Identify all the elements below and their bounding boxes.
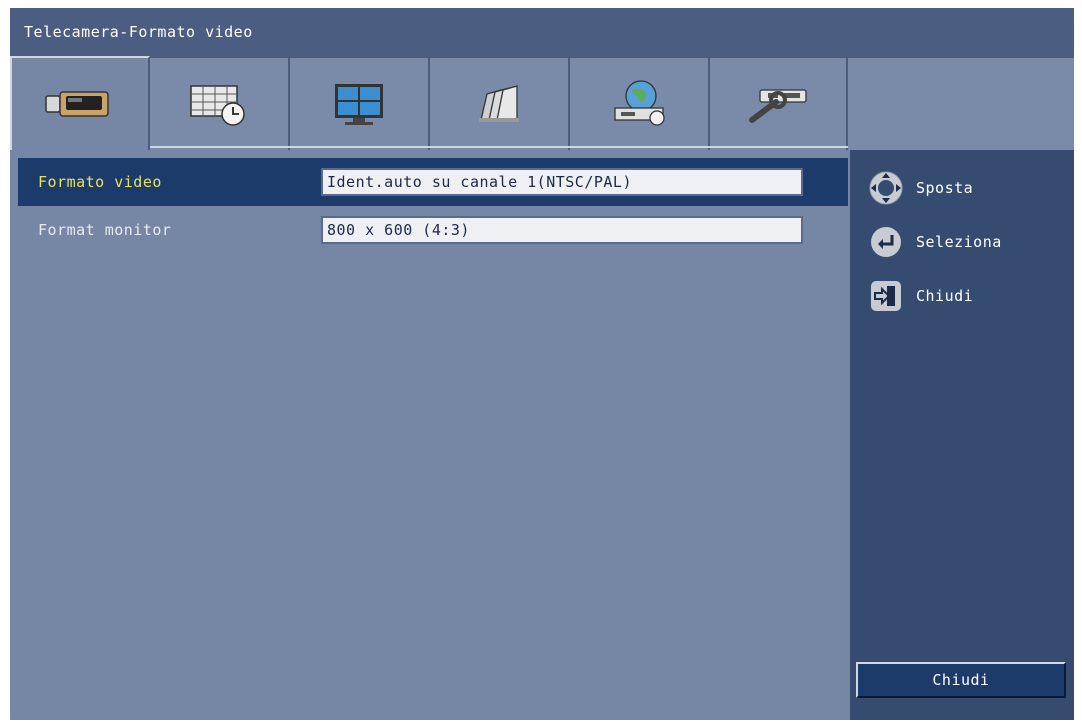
- tab-divider: [150, 146, 848, 148]
- tools-icon: [749, 89, 807, 123]
- tab-network[interactable]: [570, 56, 710, 150]
- move-arrows-icon: [866, 168, 906, 208]
- exit-icon: [866, 276, 906, 316]
- tab-archive[interactable]: [430, 56, 570, 150]
- archive-icon: [479, 85, 519, 122]
- tab-bar: [10, 56, 848, 150]
- help-item-close: Chiudi: [866, 276, 973, 316]
- setting-label: Format monitor: [38, 221, 172, 239]
- setting-row-video-format[interactable]: Formato video Ident.auto su canale 1(NTS…: [18, 158, 848, 206]
- schedule-icon: [190, 85, 245, 126]
- settings-window: Telecamera-Formato video Formato video I…: [10, 8, 1074, 720]
- tab-bar-filler: [848, 56, 1074, 150]
- help-item-move: Sposta: [866, 168, 973, 208]
- enter-icon: [866, 222, 906, 262]
- camera-icon: [45, 91, 109, 117]
- help-label: Seleziona: [916, 233, 1002, 251]
- monitor-format-field[interactable]: 800 x 600 (4:3): [321, 216, 803, 244]
- help-label: Chiudi: [916, 287, 974, 305]
- window-title: Telecamera-Formato video: [10, 8, 1074, 56]
- setting-row-monitor-format[interactable]: Format monitor 800 x 600 (4:3): [18, 206, 848, 254]
- settings-panel: Formato video Ident.auto su canale 1(NTS…: [10, 150, 850, 720]
- help-sidebar: Sposta Seleziona Chiudi Chiudi: [850, 150, 1074, 720]
- tab-monitor[interactable]: [290, 56, 430, 150]
- network-icon: [614, 80, 665, 126]
- monitor-icon: [335, 84, 383, 125]
- tab-schedule[interactable]: [150, 56, 290, 150]
- setting-label: Formato video: [38, 173, 162, 191]
- tab-tools[interactable]: [710, 56, 848, 150]
- tab-camera[interactable]: [10, 56, 150, 150]
- video-format-field[interactable]: Ident.auto su canale 1(NTSC/PAL): [321, 168, 803, 196]
- help-label: Sposta: [916, 179, 974, 197]
- close-button[interactable]: Chiudi: [856, 662, 1066, 698]
- help-item-select: Seleziona: [866, 222, 1002, 262]
